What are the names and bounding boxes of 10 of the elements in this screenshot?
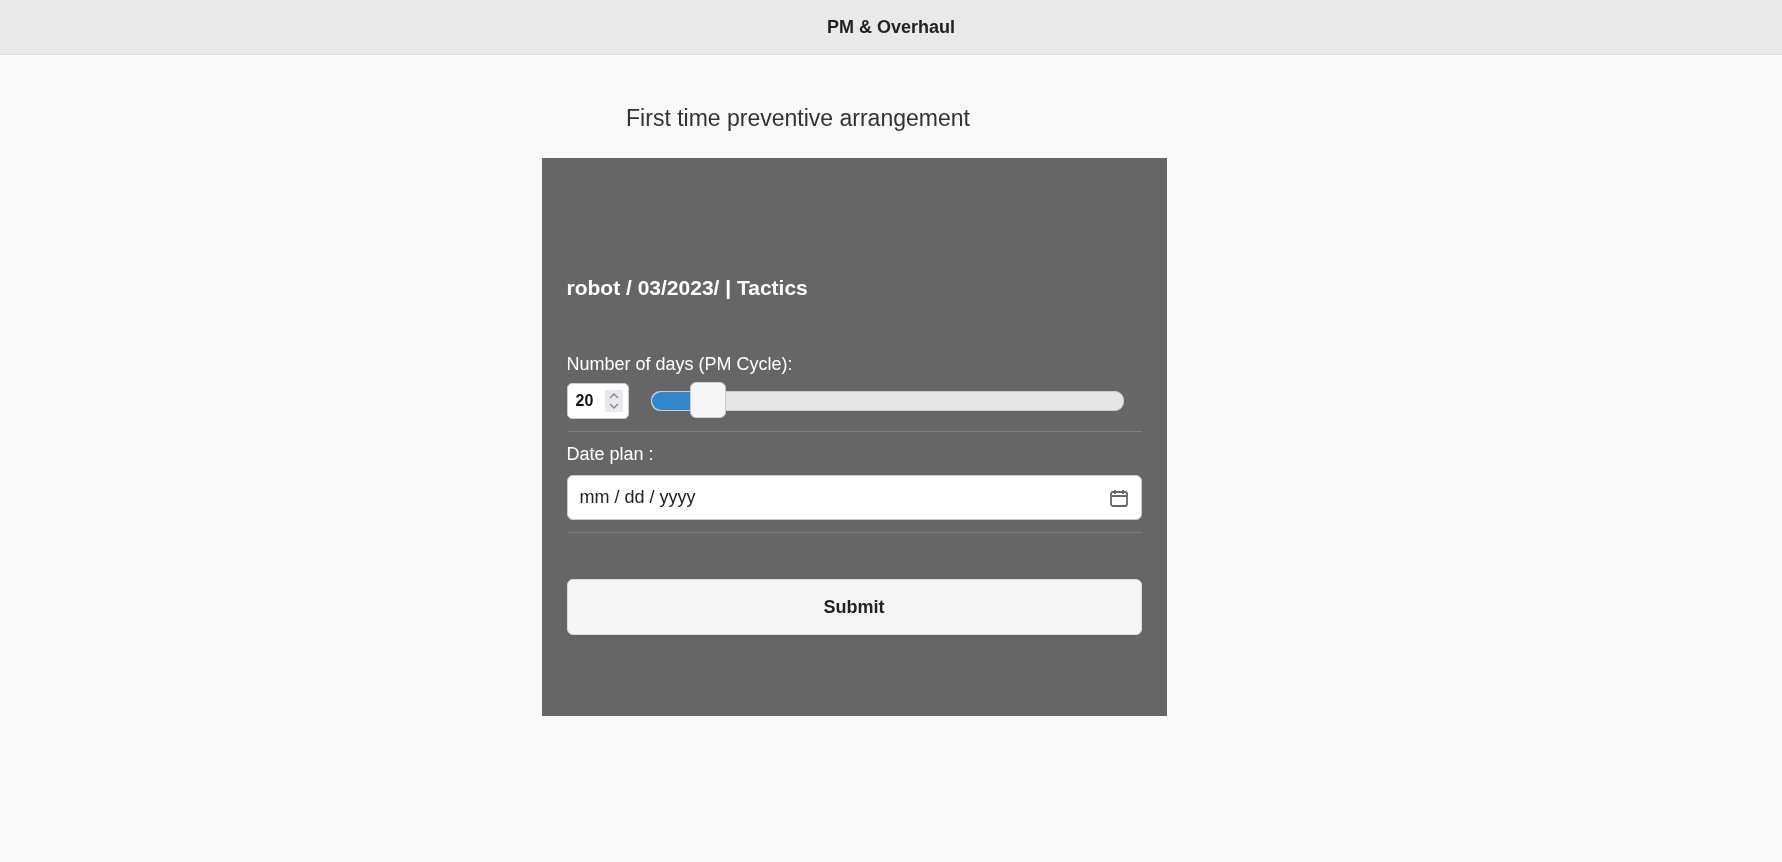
field-label: Number of days (PM Cycle):	[566, 354, 794, 375]
form-heading: robot / 03/2023/ | Tactics	[566, 276, 809, 300]
calendar-icon[interactable]	[1108, 487, 1129, 508]
submit-button[interactable]: Submit	[566, 579, 1142, 635]
field-label: Date plan :	[566, 444, 655, 465]
date-field[interactable]: mm / dd / yyyy	[566, 475, 1142, 520]
slider-thumb[interactable]	[690, 382, 726, 418]
app-title: PM & Overhaul	[827, 16, 955, 38]
slider[interactable]	[650, 383, 1124, 419]
page-title: First time preventive arrangement	[626, 105, 970, 132]
